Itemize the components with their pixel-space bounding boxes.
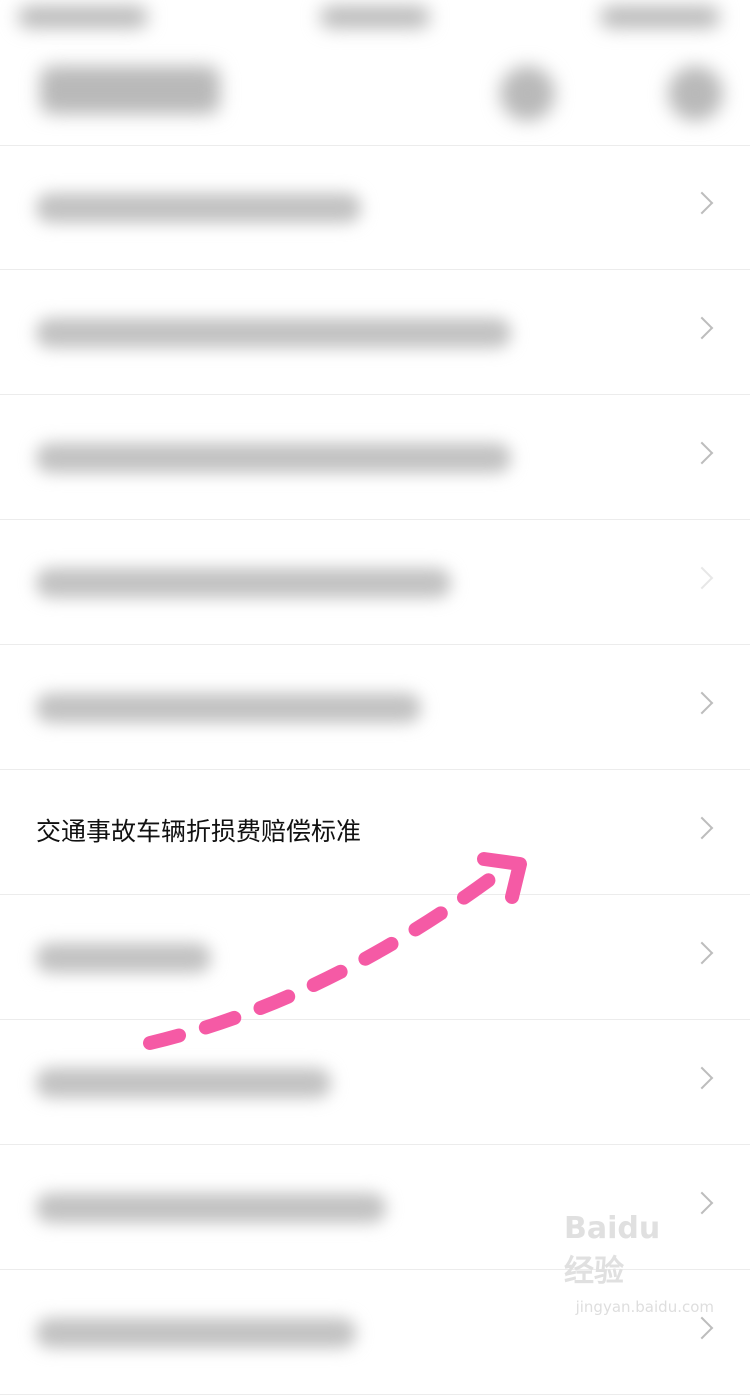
watermark-logo: Baidu经验 (564, 1211, 661, 1289)
status-center (320, 6, 430, 28)
chevron-right-icon (690, 816, 714, 840)
result-list: 交通事故车辆折损费赔偿标准 (0, 145, 750, 1395)
chevron-right-icon (690, 441, 714, 465)
chevron-right-icon (690, 1191, 714, 1215)
chevron-right-icon (690, 191, 714, 215)
nav-bar (0, 40, 750, 146)
back-icon[interactable] (40, 66, 220, 114)
blurred-label (36, 693, 421, 723)
chevron-right-icon (690, 566, 714, 590)
chevron-right-icon (690, 1316, 714, 1340)
status-bar (0, 0, 750, 40)
list-item[interactable] (0, 145, 750, 270)
list-item[interactable] (0, 645, 750, 770)
blurred-label (36, 568, 451, 598)
more-icon[interactable] (668, 66, 723, 121)
chevron-right-icon (690, 1066, 714, 1090)
blurred-label (36, 1318, 356, 1348)
blurred-label (36, 1193, 386, 1223)
blurred-label (36, 1068, 331, 1098)
battery-icon (600, 6, 720, 28)
list-item-label: 交通事故车辆折损费赔偿标准 (36, 817, 362, 846)
watermark-url: jingyan.baidu.com (575, 1298, 714, 1316)
chevron-right-icon (690, 691, 714, 715)
list-item[interactable] (0, 270, 750, 395)
list-item[interactable] (0, 395, 750, 520)
blurred-label (36, 318, 511, 348)
list-item[interactable] (0, 1020, 750, 1145)
search-icon[interactable] (500, 66, 555, 121)
blurred-label (36, 443, 511, 473)
blurred-label (36, 193, 361, 223)
chevron-right-icon (690, 316, 714, 340)
blurred-label (36, 943, 211, 973)
list-item[interactable] (0, 895, 750, 1020)
watermark: Baidu经验 jingyan.baidu.com (564, 1211, 714, 1320)
list-item[interactable] (0, 520, 750, 645)
list-item-highlighted[interactable]: 交通事故车辆折损费赔偿标准 (0, 770, 750, 895)
chevron-right-icon (690, 941, 714, 965)
status-time (18, 6, 148, 28)
